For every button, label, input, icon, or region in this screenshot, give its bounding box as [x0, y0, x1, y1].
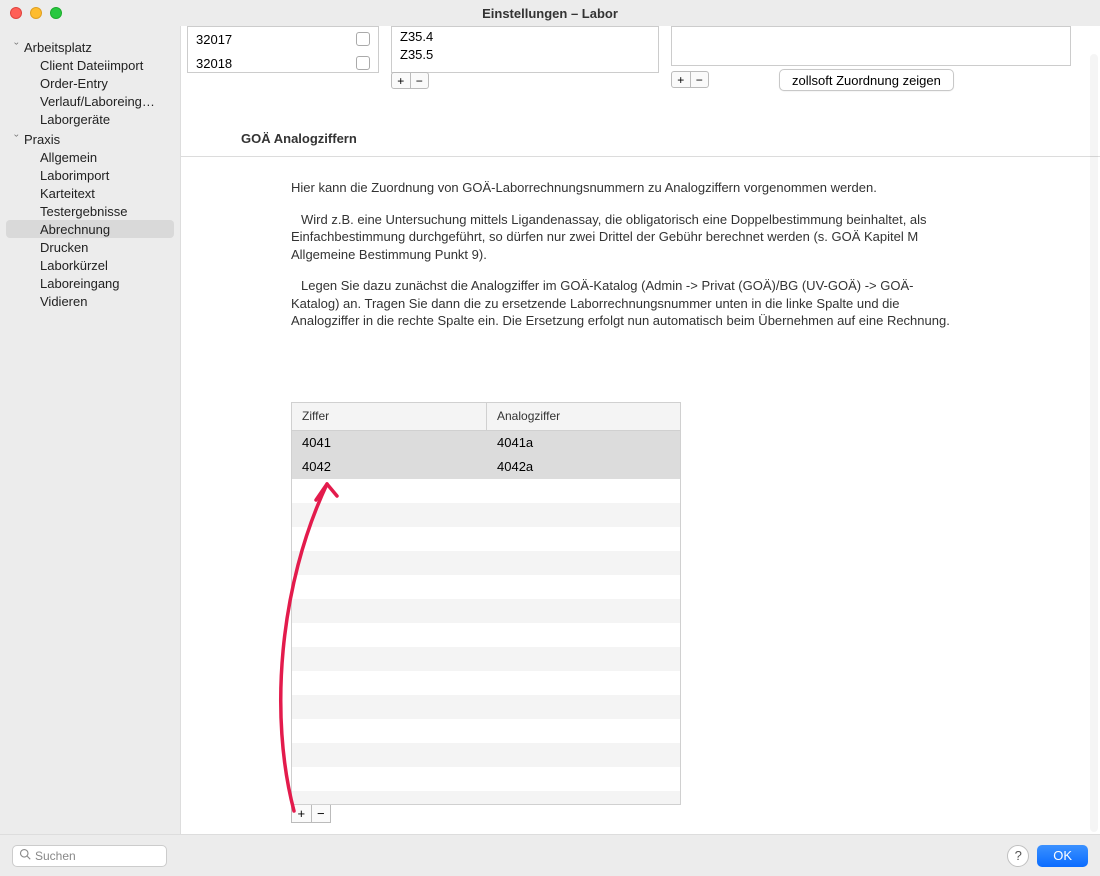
table-body[interactable]: 4041 4041a 4042 4042a [292, 431, 680, 804]
titlebar: Einstellungen – Labor [0, 0, 1100, 26]
row-checkbox[interactable] [356, 32, 370, 46]
ok-button[interactable]: OK [1037, 845, 1088, 867]
table-plusminus: + − [291, 805, 331, 823]
zoom-icon[interactable] [50, 7, 62, 19]
sidebar-item-client-dateiimport[interactable]: Client Dateiimport [0, 56, 180, 74]
remove-row-button[interactable]: − [312, 805, 331, 822]
search-placeholder: Suchen [35, 849, 76, 863]
table-row[interactable] [292, 623, 680, 647]
cell-ziffer: 4041 [292, 435, 487, 450]
list2-plusminus: + − [391, 72, 429, 89]
sidebar-item-laborimport[interactable]: Laborimport [0, 166, 180, 184]
table-row[interactable] [292, 647, 680, 671]
table-row[interactable]: 4042 4042a [292, 455, 680, 479]
table-row[interactable] [292, 671, 680, 695]
code-list-2[interactable]: Z35.4 Z35.5 [391, 26, 659, 73]
list-code: 32017 [196, 32, 276, 47]
table-row[interactable] [292, 599, 680, 623]
cell-analog: 4042a [487, 459, 543, 474]
table-row[interactable] [292, 743, 680, 767]
analog-table: Ziffer Analogziffer 4041 4041a 4042 4042… [291, 402, 681, 805]
table-row[interactable] [292, 503, 680, 527]
sidebar-group-label: Praxis [24, 132, 60, 147]
list-code: Z35.5 [400, 47, 433, 62]
table-row[interactable] [292, 575, 680, 599]
sidebar-group-arbeitsplatz[interactable]: › Arbeitsplatz [0, 38, 180, 56]
minimize-icon[interactable] [30, 7, 42, 19]
sidebar-item-verlauf[interactable]: Verlauf/Laboreing… [0, 92, 180, 110]
sidebar-item-drucken[interactable]: Drucken [0, 238, 180, 256]
col-ziffer[interactable]: Ziffer [292, 403, 487, 430]
table-header: Ziffer Analogziffer [292, 403, 680, 431]
table-row[interactable] [292, 479, 680, 503]
desc-p1: Hier kann die Zuordnung von GOÄ-Laborrec… [291, 179, 951, 197]
scrollbar[interactable] [1090, 54, 1098, 832]
list-code: Z35.4 [400, 29, 433, 44]
search-icon [19, 848, 31, 863]
table-row[interactable] [292, 791, 680, 804]
table-row[interactable] [292, 719, 680, 743]
code-list-1[interactable]: 32017 32018 [187, 26, 379, 73]
bottom-bar: Suchen ? OK [0, 834, 1100, 876]
remove-button[interactable]: − [411, 73, 429, 88]
zollsoft-button[interactable]: zollsoft Zuordnung zeigen [779, 69, 954, 91]
sidebar-item-order-entry[interactable]: Order-Entry [0, 74, 180, 92]
table-row[interactable]: 4041 4041a [292, 431, 680, 455]
sidebar-group-praxis[interactable]: › Praxis [0, 130, 180, 148]
sidebar-item-laborgeraete[interactable]: Laborgeräte [0, 110, 180, 128]
cell-analog: 4041a [487, 435, 543, 450]
table-row[interactable] [292, 767, 680, 791]
add-button[interactable]: + [672, 72, 691, 87]
sidebar-group-label: Arbeitsplatz [24, 40, 92, 55]
section-description: Hier kann die Zuordnung von GOÄ-Laborrec… [291, 179, 951, 344]
list-row[interactable]: 32018 [188, 51, 378, 73]
list3-plusminus: + − [671, 71, 709, 88]
sidebar-item-laboreingang[interactable]: Laboreingang [0, 274, 180, 292]
add-button[interactable]: + [392, 73, 411, 88]
row-checkbox[interactable] [356, 56, 370, 70]
list-row[interactable]: 32017 [188, 27, 378, 51]
table-row[interactable] [292, 527, 680, 551]
sidebar-item-abrechnung[interactable]: Abrechnung [6, 220, 174, 238]
sidebar-item-allgemein[interactable]: Allgemein [0, 148, 180, 166]
table-row[interactable] [292, 551, 680, 575]
desc-p3: Legen Sie dazu zunächst die Analogziffer… [291, 277, 951, 330]
sidebar-item-vidieren[interactable]: Vidieren [0, 292, 180, 310]
list-code: 32018 [196, 56, 276, 71]
content-pane: 32017 32018 Z35.4 [180, 26, 1100, 876]
cell-ziffer: 4042 [292, 459, 487, 474]
desc-p2: Wird z.B. eine Untersuchung mittels Liga… [291, 211, 951, 264]
table-row[interactable] [292, 695, 680, 719]
sidebar-item-laborkuerzel[interactable]: Laborkürzel [0, 256, 180, 274]
help-button[interactable]: ? [1007, 845, 1029, 867]
chevron-down-icon: › [12, 134, 22, 144]
sidebar-item-testergebnisse[interactable]: Testergebnisse [0, 202, 180, 220]
col-analogziffer[interactable]: Analogziffer [487, 409, 570, 423]
close-icon[interactable] [10, 7, 22, 19]
chevron-down-icon: › [12, 42, 22, 52]
remove-button[interactable]: − [691, 72, 709, 87]
search-input[interactable]: Suchen [12, 845, 167, 867]
top-strip: 32017 32018 Z35.4 [181, 26, 1100, 91]
add-row-button[interactable]: + [292, 805, 312, 822]
sidebar-item-karteitext[interactable]: Karteitext [0, 184, 180, 202]
section-title: GOÄ Analogziffern [241, 131, 1100, 146]
list-row[interactable]: Z35.4 [392, 27, 658, 45]
code-list-3[interactable] [671, 26, 1071, 66]
window-controls [10, 7, 62, 19]
window-title: Einstellungen – Labor [482, 6, 618, 21]
list-row[interactable]: Z35.5 [392, 45, 658, 63]
sidebar: › Arbeitsplatz Client Dateiimport Order-… [0, 26, 180, 876]
